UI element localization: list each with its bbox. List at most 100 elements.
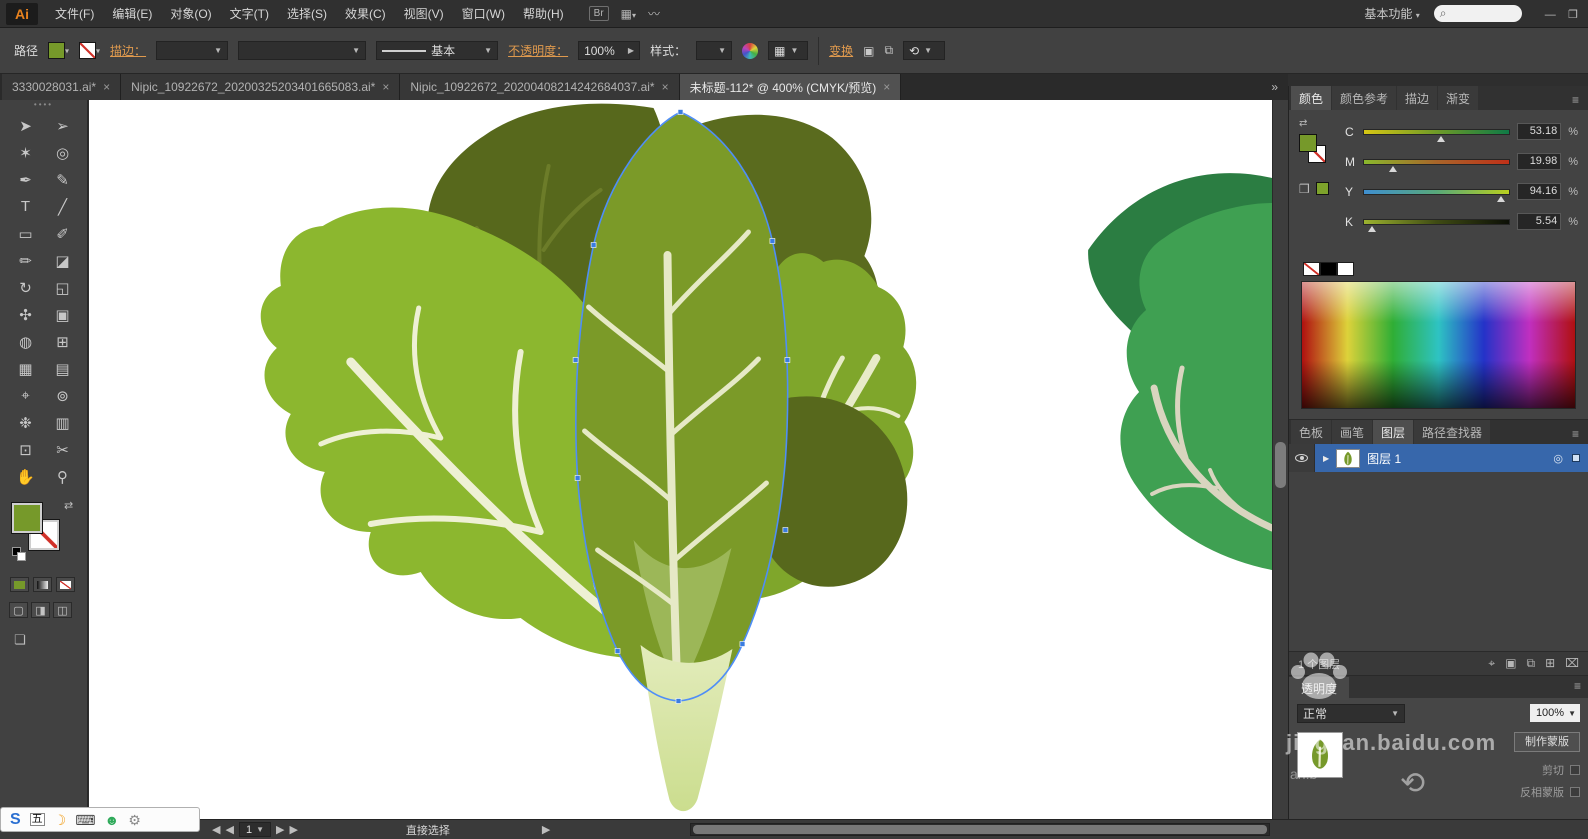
minimize-button[interactable]: — (1545, 9, 1556, 21)
first-artboard-icon[interactable]: ◀ (212, 823, 220, 836)
menu-item-2[interactable]: 对象(O) (161, 0, 220, 28)
perspective-grid-tool[interactable]: ⊞ (44, 328, 81, 355)
gamut-warning-icon[interactable]: ❒ (1299, 182, 1310, 196)
panel-tab-brushes[interactable]: 画笔 (1332, 420, 1373, 444)
screen-mode-button[interactable]: ❏ (14, 632, 87, 648)
arrange-icon[interactable]: ⧉ (884, 43, 893, 58)
menu-item-0[interactable]: 文件(F) (46, 0, 103, 28)
mesh-tool[interactable]: ▦ (7, 355, 44, 382)
draw-normal-button[interactable]: ▢ (9, 602, 28, 618)
shape-builder-tool[interactable]: ◍ (7, 328, 44, 355)
make-mask-button[interactable]: 制作蒙版 (1514, 732, 1580, 752)
tab-overflow-icon[interactable]: » (1261, 74, 1288, 100)
paintbrush-tool[interactable]: ✐ (44, 220, 81, 247)
none-swatch[interactable] (1303, 262, 1320, 276)
artboard-canvas[interactable] (89, 100, 1272, 819)
swap-fill-stroke-icon[interactable]: ⇄ (64, 499, 73, 512)
fill-color-swatch[interactable]: ▾ (48, 42, 69, 59)
layer-visibility-cell[interactable] (1289, 444, 1315, 472)
panel-menu-icon[interactable]: ≡ (1565, 427, 1586, 444)
free-transform-tool[interactable]: ▣ (44, 301, 81, 328)
draw-inside-button[interactable]: ◫ (53, 602, 72, 618)
stroke-color-swatch[interactable]: ▾ (79, 42, 100, 59)
default-stroke-mini[interactable] (17, 552, 26, 561)
stroke-link[interactable]: 描边： (110, 42, 146, 59)
search-box[interactable]: ⌕ (1433, 5, 1522, 22)
tab-close-icon[interactable]: × (103, 80, 110, 94)
document-tab[interactable]: Nipic_10922672_20200408214242684037.ai* × (400, 74, 680, 100)
style-combo[interactable]: ▼ (696, 41, 733, 60)
magic-wand-tool[interactable]: ✶ (7, 139, 44, 166)
ime-wubi-mode-icon[interactable]: 五 (29, 813, 45, 826)
channel-value-input[interactable]: 53.18 (1517, 123, 1562, 140)
clip-checkbox[interactable] (1570, 765, 1580, 775)
layer-expand-icon[interactable]: ▶ (1323, 454, 1329, 463)
layer-selection-chip[interactable] (1572, 454, 1580, 462)
delete-layer-icon[interactable]: ⌧ (1565, 656, 1579, 671)
recolor-artwork-icon[interactable] (742, 42, 759, 59)
document-tab[interactable]: 3330028031.ai* × (2, 74, 122, 100)
width-tool[interactable]: ✣ (7, 301, 44, 328)
invert-mask-checkbox[interactable] (1570, 787, 1580, 797)
symbol-sprayer-tool[interactable]: ❉ (7, 409, 44, 436)
channel-value-input[interactable]: 5.54 (1517, 213, 1562, 230)
panel-grip[interactable]: •••• (0, 100, 87, 111)
layers-empty-area[interactable] (1289, 472, 1588, 651)
menu-item-1[interactable]: 编辑(E) (103, 0, 161, 28)
gradient-tool[interactable]: ▤ (44, 355, 81, 382)
brush-definition-combo[interactable]: 基本 ▼ (376, 41, 499, 60)
black-swatch[interactable] (1320, 262, 1337, 276)
next-artboard-icon[interactable]: ▶ (276, 823, 284, 836)
zoom-tool[interactable]: ⚲ (44, 463, 81, 490)
menu-item-5[interactable]: 效果(C) (336, 0, 395, 28)
fill-proxy-swatch[interactable] (11, 502, 43, 534)
vertical-scrollbar[interactable] (1272, 100, 1288, 819)
transparency-tab[interactable]: 透明度 (1289, 676, 1350, 700)
rotate-tool[interactable]: ↻ (7, 274, 44, 301)
column-graph-tool[interactable]: ▥ (44, 409, 81, 436)
panel-tab-color[interactable]: 颜色 (1291, 86, 1332, 110)
panel-tab-gradient[interactable]: 渐变 (1438, 86, 1479, 110)
align-combo[interactable]: ▦ ▼ (768, 41, 809, 60)
horizontal-scrollbar-thumb[interactable] (693, 825, 1267, 834)
status-expand-icon[interactable]: ▶ (542, 823, 550, 836)
color-button[interactable] (10, 577, 29, 592)
line-segment-tool[interactable]: ╱ (44, 193, 81, 220)
opacity-link[interactable]: 不透明度： (508, 42, 568, 59)
prev-artboard-icon[interactable]: ◀ (225, 823, 233, 836)
panel-tab-color-guide[interactable]: 颜色参考 (1332, 86, 1397, 110)
menu-item-8[interactable]: 帮助(H) (514, 0, 573, 28)
slider-thumb[interactable] (1496, 195, 1505, 202)
gradient-button[interactable] (33, 577, 52, 592)
opacity-combo[interactable]: 100% ▶ (578, 41, 641, 60)
slider-thumb[interactable] (1437, 135, 1446, 142)
ime-halfmoon-icon[interactable]: ☽ (54, 813, 67, 827)
draw-behind-button[interactable]: ◨ (31, 602, 50, 618)
panel-tab-pathfinder[interactable]: 路径查找器 (1414, 420, 1491, 444)
color-spectrum[interactable] (1301, 281, 1576, 409)
vertical-scrollbar-thumb[interactable] (1275, 442, 1286, 488)
channel-slider[interactable] (1363, 158, 1511, 172)
selection-tool[interactable]: ➤ (7, 112, 44, 139)
select-similar-combo[interactable]: ⟲ ▼ (903, 41, 946, 60)
direct-selection-tool[interactable]: ➢ (44, 112, 81, 139)
menu-item-6[interactable]: 视图(V) (395, 0, 453, 28)
ime-logo-icon[interactable]: S (10, 811, 21, 828)
eraser-tool[interactable]: ◪ (44, 247, 81, 274)
fill-proxy[interactable] (1299, 134, 1317, 152)
cs-live-icon[interactable]: 〰 (648, 5, 660, 22)
width-profile-combo[interactable]: ▼ (238, 41, 367, 60)
object-thumbnail[interactable] (1297, 732, 1343, 778)
curvature-tool[interactable]: ✎ (44, 166, 81, 193)
arrange-documents-button[interactable]: ▦▾ (621, 7, 636, 21)
ime-user-icon[interactable]: ☻ (104, 813, 119, 827)
type-tool[interactable]: T (7, 193, 44, 220)
restore-button[interactable]: ❐ (1568, 9, 1578, 21)
menu-item-4[interactable]: 选择(S) (278, 0, 336, 28)
menu-item-3[interactable]: 文字(T) (221, 0, 278, 28)
bridge-button[interactable]: Br (588, 6, 609, 21)
make-clip-mask-icon[interactable]: ▣ (1505, 656, 1516, 671)
channel-value-input[interactable]: 19.98 (1517, 153, 1562, 170)
tab-close-icon[interactable]: × (382, 80, 389, 94)
document-tab[interactable]: 未标题-112* @ 400% (CMYK/预览) × (679, 74, 902, 100)
